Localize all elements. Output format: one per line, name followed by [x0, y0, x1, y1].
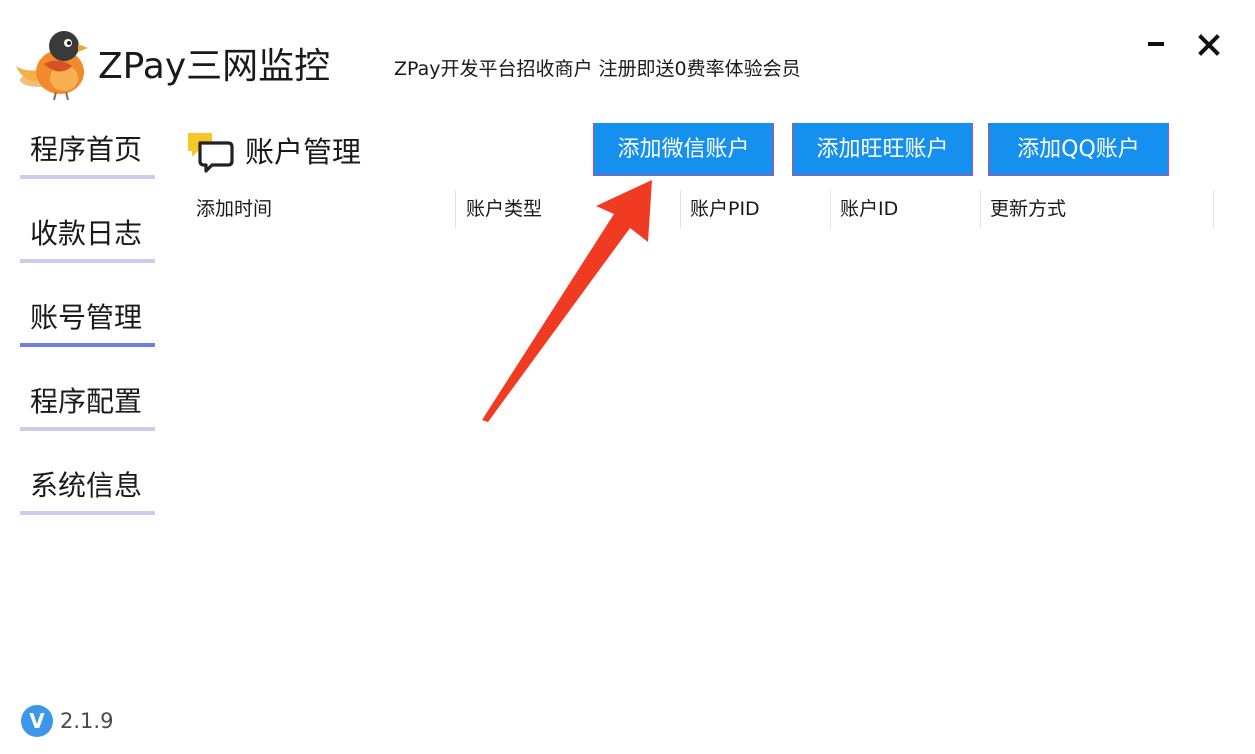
sidebar: 程序首页 收款日志 账号管理 程序配置 系统信息 — [20, 124, 156, 544]
sidebar-item-label: 系统信息 — [30, 469, 143, 502]
version-badge-icon: V — [21, 705, 53, 737]
sidebar-item-label: 程序首页 — [30, 133, 143, 166]
sidebar-item-underline — [20, 511, 155, 515]
chat-bubbles-icon — [188, 133, 234, 173]
add-wangwang-account-button[interactable]: 添加旺旺账户 — [792, 123, 973, 176]
minimize-icon — [1148, 42, 1164, 46]
sidebar-item-label: 账号管理 — [30, 301, 143, 334]
add-qq-account-button[interactable]: 添加QQ账户 — [988, 123, 1169, 176]
column-divider[interactable] — [680, 190, 681, 228]
column-header-account-type[interactable]: 账户类型 — [466, 190, 542, 228]
sidebar-item-label: 程序配置 — [30, 385, 143, 418]
promo-text: ZPay开发平台招收商户 注册即送0费率体验会员 — [394, 58, 801, 80]
sidebar-item-label: 收款日志 — [30, 217, 143, 250]
column-header-update-method[interactable]: 更新方式 — [990, 190, 1066, 228]
column-divider[interactable] — [980, 190, 981, 228]
sidebar-item-underline — [20, 175, 155, 179]
sidebar-item-home[interactable]: 程序首页 — [20, 124, 155, 208]
sidebar-item-underline — [20, 259, 155, 263]
close-icon — [1198, 34, 1220, 56]
column-header-account-pid[interactable]: 账户PID — [690, 190, 760, 228]
bird-logo-icon — [16, 31, 88, 101]
version-number: 2.1.9 — [60, 709, 114, 733]
sidebar-item-payment-log[interactable]: 收款日志 — [20, 208, 155, 292]
sidebar-item-underline — [20, 427, 155, 431]
sidebar-item-account-management[interactable]: 账号管理 — [20, 292, 155, 376]
column-header-account-id[interactable]: 账户ID — [840, 190, 898, 228]
add-wechat-account-button[interactable]: 添加微信账户 — [593, 123, 774, 176]
column-divider[interactable] — [1213, 190, 1214, 228]
sidebar-item-underline — [20, 343, 155, 347]
section-title: 账户管理 — [245, 135, 362, 169]
minimize-button[interactable] — [1140, 28, 1174, 62]
column-divider[interactable] — [455, 190, 456, 228]
column-header-add-time[interactable]: 添加时间 — [196, 190, 272, 228]
version-badge-letter: V — [29, 709, 45, 733]
close-button[interactable] — [1192, 28, 1226, 62]
app-title: ZPay三网监控 — [98, 46, 331, 87]
sidebar-item-system-info[interactable]: 系统信息 — [20, 460, 155, 544]
accounts-table-header: 添加时间 账户类型 账户PID 账户ID 更新方式 — [186, 190, 1216, 228]
sidebar-item-program-config[interactable]: 程序配置 — [20, 376, 155, 460]
app-window: ZPay三网监控 ZPay开发平台招收商户 注册即送0费率体验会员 程序首页 收… — [0, 0, 1255, 754]
column-divider[interactable] — [830, 190, 831, 228]
